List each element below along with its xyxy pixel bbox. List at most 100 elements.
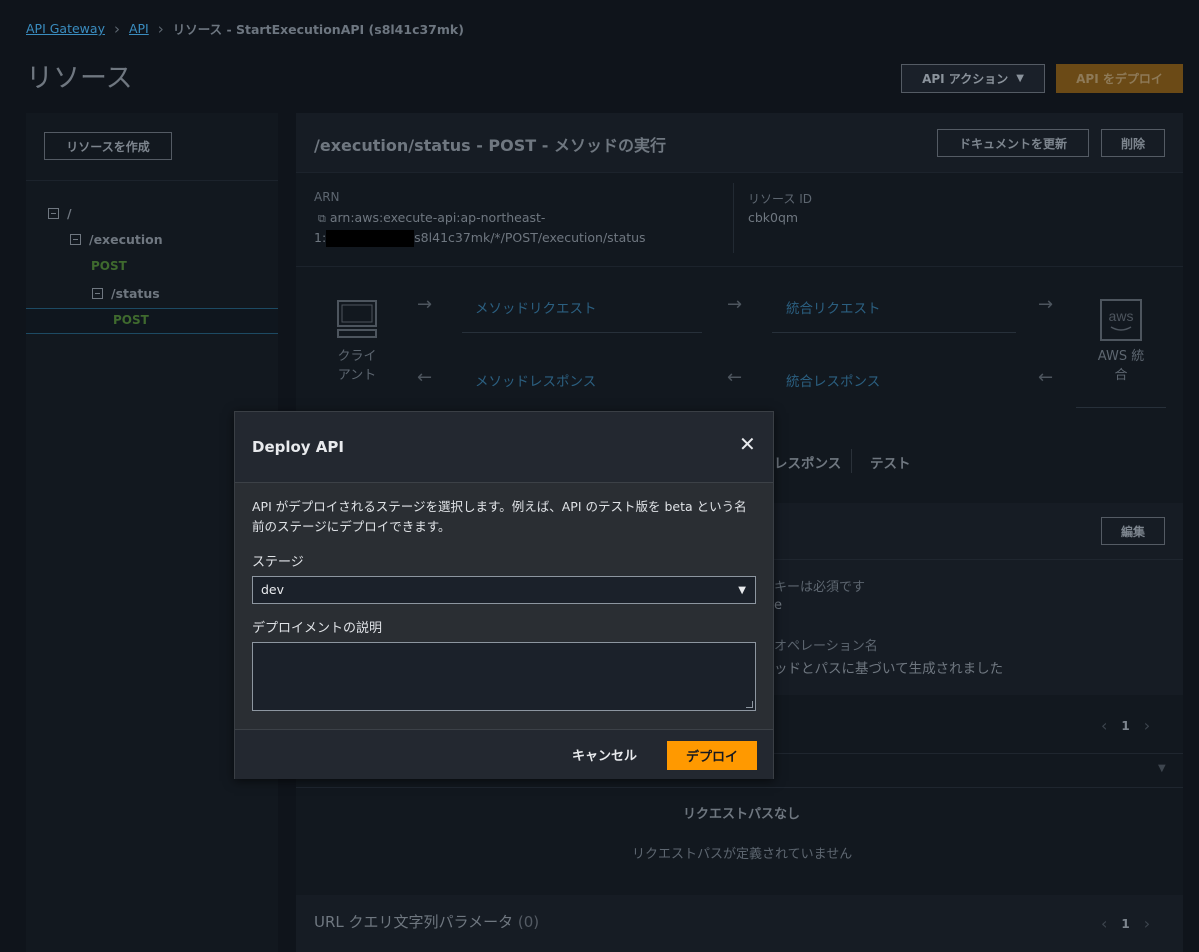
aws-caption-1: AWS 統 [1097, 349, 1145, 364]
cancel-button[interactable]: キャンセル [572, 745, 637, 764]
create-resource-button[interactable]: リソースを作成 [44, 132, 172, 160]
aws-caption: AWS 統 合 [1096, 347, 1146, 385]
client-monitor-icon [337, 300, 377, 338]
divider [851, 449, 852, 473]
tree-method-post[interactable]: POST [91, 259, 127, 273]
arn-label: ARN [314, 190, 340, 204]
caret-down-icon: ▼ [738, 585, 746, 596]
arn-text-2b: s8l41c37mk/*/POST/execution/status [414, 230, 646, 245]
stage-label: ステージ [252, 555, 304, 570]
copy-icon[interactable]: ⧉ [318, 212, 326, 225]
divider [772, 332, 1016, 333]
tab-test[interactable]: テスト [870, 452, 911, 472]
settings-text-2: e [774, 598, 782, 613]
tree-node-status[interactable]: /status [92, 286, 160, 301]
collapse-icon[interactable] [48, 208, 59, 219]
method-title: /execution/status - POST - メソッドの実行 [314, 136, 666, 155]
sidebar-header: リソースを作成 [26, 113, 278, 181]
empty-desc: リクエストパスが定義されていません [632, 847, 853, 862]
aws-logo-icon: aws [1100, 299, 1142, 341]
breadcrumb-current: リソース - StartExecutionAPI (s8l41c37mk) [172, 22, 464, 37]
divider [462, 332, 702, 333]
redaction-block [326, 230, 415, 247]
api-actions-label: API アクション [922, 72, 1009, 86]
breadcrumb-api[interactable]: API [129, 21, 149, 36]
query-params-count: (0) [517, 913, 540, 931]
modal-header: Deploy API ✕ [235, 412, 773, 483]
arn-value-line2: 1: s8l41c37mk/*/POST/execution/status [314, 230, 646, 247]
page-number[interactable]: 1 [1121, 917, 1129, 931]
chevron-right-icon: › [157, 19, 164, 38]
settings-text-4: ッドとパスに基づいて生成されました [774, 661, 1004, 677]
query-params-title: URL クエリ文字列パラメータ (0) [314, 911, 539, 932]
arn-value-line1: ⧉ arn:aws:execute-api:ap-northeast- [318, 210, 545, 226]
query-params-title-text: URL クエリ文字列パラメータ [314, 913, 514, 931]
collapse-icon[interactable] [92, 288, 103, 299]
chevron-right-icon: › [113, 19, 120, 38]
deploy-api-modal: Deploy API ✕ API がデプロイされるステージを選択します。例えば、… [234, 411, 774, 779]
chevron-left-icon[interactable]: ‹ [1101, 716, 1107, 735]
arn-text-1: arn:aws:execute-api:ap-northeast- [329, 210, 546, 225]
arrow-right-icon: → [1038, 294, 1054, 315]
breadcrumb-api-gateway[interactable]: API Gateway [26, 21, 105, 36]
integration-request-link[interactable]: 統合リクエスト [786, 297, 881, 317]
divider [733, 183, 734, 253]
tree-method-post-selected[interactable]: POST [113, 313, 149, 327]
aws-caption-2: 合 [1114, 368, 1128, 383]
arrow-left-icon: ← [417, 367, 433, 388]
tree-node-root[interactable]: / [48, 206, 72, 221]
tree-node-label: /status [111, 286, 160, 301]
method-response-link[interactable]: メソッドレスポンス [475, 370, 596, 390]
deployment-description-label: デプロイメントの説明 [252, 621, 383, 636]
selected-tree-row[interactable] [26, 308, 278, 334]
divider [1076, 407, 1166, 408]
chevron-left-icon[interactable]: ‹ [1101, 914, 1107, 933]
caret-down-icon[interactable]: ▼ [1158, 763, 1166, 774]
arrow-right-icon: → [417, 294, 433, 315]
method-header: /execution/status - POST - メソッドの実行 ドキュメン… [296, 113, 1183, 173]
arrow-left-icon: ← [1038, 367, 1054, 388]
resource-id-label: リソース ID [748, 192, 812, 206]
collapse-icon[interactable] [70, 234, 81, 245]
empty-title: リクエストパスなし [683, 807, 801, 822]
arn-text-2a: 1: [314, 230, 327, 245]
page-number[interactable]: 1 [1121, 719, 1129, 733]
stage-select-value: dev [261, 582, 285, 597]
tree-node-label: /execution [89, 232, 163, 247]
close-icon[interactable]: ✕ [739, 432, 756, 456]
client-caption: クライ アント [336, 347, 378, 385]
deploy-button[interactable]: デプロイ [667, 741, 757, 770]
tab-method-response[interactable]: レスポンス [774, 452, 841, 472]
method-request-link[interactable]: メソッドリクエスト [475, 297, 597, 317]
stage-select[interactable]: dev ▼ [252, 576, 756, 604]
page-title: リソース [26, 63, 133, 94]
chevron-right-icon[interactable]: › [1144, 914, 1150, 933]
method-info: ARN ⧉ arn:aws:execute-api:ap-northeast- … [296, 173, 1183, 267]
arrow-right-icon: → [727, 294, 743, 315]
pagination: ‹ 1 › [1101, 914, 1150, 933]
settings-text-3: オペレーション名 [774, 639, 878, 654]
method-flow-diagram: クライ アント → メソッドリクエスト → 統合リクエスト → aws AWS … [296, 267, 1183, 417]
pagination: ‹ 1 › [1101, 716, 1150, 735]
client-caption-1: クライ [337, 349, 377, 364]
divider [296, 787, 1183, 788]
settings-text-1: キーは必須です [774, 580, 866, 595]
modal-body: API がデプロイされるステージを選択します。例えば、API のテスト版を be… [235, 483, 773, 729]
update-docs-button[interactable]: ドキュメントを更新 [937, 129, 1089, 157]
tree-node-execution[interactable]: /execution [70, 232, 163, 247]
edit-button[interactable]: 編集 [1101, 517, 1165, 545]
deployment-description-textarea[interactable] [252, 642, 756, 711]
tree-node-label: / [67, 206, 72, 221]
breadcrumb: API Gateway › API › リソース - StartExecutio… [26, 19, 464, 38]
deploy-api-button[interactable]: API をデプロイ [1056, 64, 1183, 93]
query-params-panel: URL クエリ文字列パラメータ (0) ‹ 1 › [296, 895, 1183, 952]
modal-title: Deploy API [252, 438, 344, 456]
delete-button[interactable]: 削除 [1101, 129, 1165, 157]
arrow-left-icon: ← [727, 367, 743, 388]
integration-response-link[interactable]: 統合レスポンス [786, 370, 880, 390]
aws-logo-text: aws [1109, 308, 1134, 324]
modal-description: API がデプロイされるステージを選択します。例えば、API のテスト版を be… [252, 499, 747, 534]
api-actions-button[interactable]: API アクション ▼ [901, 64, 1045, 93]
chevron-right-icon[interactable]: › [1144, 716, 1150, 735]
modal-footer: キャンセル デプロイ [235, 729, 773, 779]
